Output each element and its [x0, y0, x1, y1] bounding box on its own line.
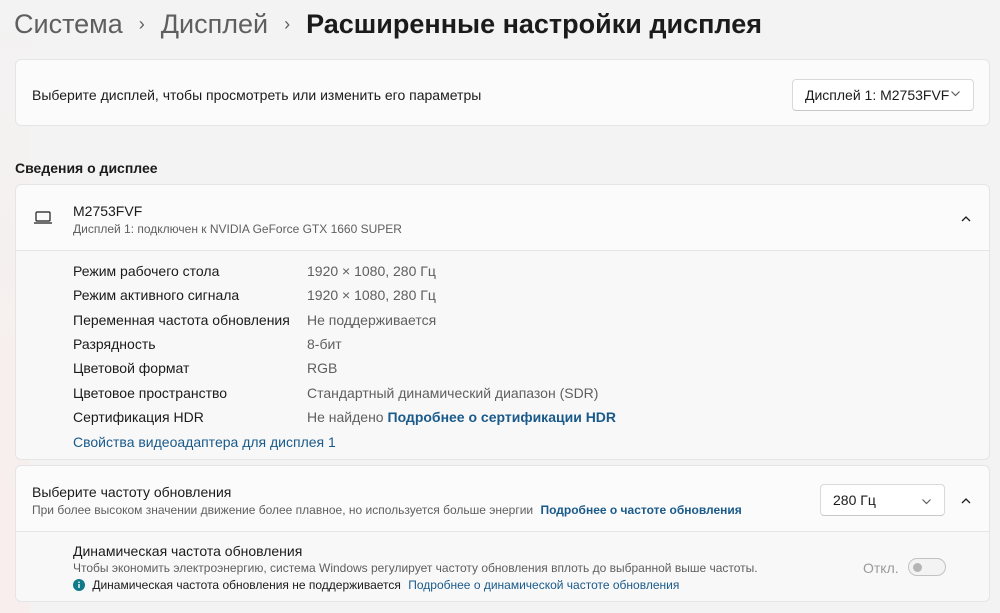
monitor-name: M2753FVF — [73, 203, 143, 219]
toggle-knob — [913, 563, 922, 572]
dynamic-refresh-description: Чтобы экономить электроэнергию, система … — [73, 561, 758, 575]
dynamic-refresh-notice: Динамическая частота обновления не подде… — [73, 578, 679, 594]
refresh-rate-title: Выберите частоту обновления — [32, 484, 232, 500]
breadcrumb-separator-icon: › — [284, 13, 291, 34]
dynamic-refresh-card: Динамическая частота обновления Чтобы эк… — [15, 532, 990, 602]
monitor-icon — [33, 210, 53, 231]
refresh-rate-card: Выберите частоту обновления При более вы… — [15, 465, 990, 532]
dynamic-refresh-toggle[interactable] — [908, 558, 946, 576]
select-display-card: Выберите дисплей, чтобы просмотреть или … — [15, 59, 990, 126]
chevron-down-icon — [921, 494, 932, 510]
chevron-up-icon[interactable] — [960, 212, 972, 230]
info-value-hdr-cert: Не найдено Подробнее о сертификации HDR — [307, 409, 616, 425]
info-icon — [73, 579, 85, 594]
breadcrumb-separator-icon: › — [138, 13, 145, 34]
display-info-details: Режим рабочего стола 1920 × 1080, 280 Гц… — [15, 251, 990, 460]
refresh-rate-description-text: При более высоком значении движение боле… — [32, 503, 534, 517]
display-select-dropdown[interactable]: Дисплей 1: M2753FVF — [792, 79, 974, 111]
hdr-cert-link[interactable]: Подробнее о сертификации HDR — [388, 409, 617, 425]
info-label-color-space: Цветовое пространство — [73, 385, 228, 401]
info-value-color-space: Стандартный динамический диапазон (SDR) — [307, 385, 599, 401]
info-label-hdr-cert: Сертификация HDR — [73, 409, 204, 425]
adapter-properties-link[interactable]: Свойства видеоадаптера для дисплея 1 — [73, 434, 336, 450]
display-info-header[interactable]: M2753FVF Дисплей 1: подключен к NVIDIA G… — [15, 184, 990, 251]
dynamic-refresh-notice-text: Динамическая частота обновления не подде… — [92, 578, 401, 592]
refresh-rate-value: 280 Гц — [833, 492, 876, 508]
chevron-down-icon — [950, 88, 961, 102]
breadcrumb-system[interactable]: Система — [14, 9, 123, 40]
breadcrumb: Система › Дисплей › Расширенные настройк… — [14, 2, 762, 46]
info-value-active-signal: 1920 × 1080, 280 Гц — [307, 287, 436, 303]
select-display-label: Выберите дисплей, чтобы просмотреть или … — [32, 87, 482, 103]
info-value-color-format: RGB — [307, 360, 338, 376]
info-value-desktop-mode: 1920 × 1080, 280 Гц — [307, 263, 436, 279]
chevron-up-icon[interactable] — [960, 494, 972, 512]
toggle-state-label: Откл. — [863, 560, 899, 576]
hdr-cert-status: Не найдено — [307, 409, 384, 425]
info-value-vrr: Не поддерживается — [307, 312, 437, 328]
page-title: Расширенные настройки дисплея — [306, 8, 762, 39]
dynamic-refresh-link[interactable]: Подробнее о динамической частоте обновле… — [408, 578, 679, 592]
section-title-display-info: Сведения о дисплее — [15, 160, 158, 176]
dynamic-refresh-title: Динамическая частота обновления — [73, 543, 303, 559]
info-label-color-format: Цветовой формат — [73, 360, 190, 376]
info-value-bit-depth: 8-бит — [307, 336, 342, 352]
monitor-subtitle: Дисплей 1: подключен к NVIDIA GeForce GT… — [73, 222, 402, 236]
info-label-bit-depth: Разрядность — [73, 336, 156, 352]
refresh-rate-link[interactable]: Подробнее о частоте обновления — [540, 503, 741, 517]
refresh-rate-dropdown[interactable]: 280 Гц — [820, 484, 945, 516]
display-select-value: Дисплей 1: M2753FVF — [805, 87, 950, 103]
info-label-vrr: Переменная частота обновления — [73, 312, 290, 328]
refresh-rate-description: При более высоком значении движение боле… — [32, 503, 742, 517]
info-label-desktop-mode: Режим рабочего стола — [73, 263, 220, 279]
info-label-active-signal: Режим активного сигнала — [73, 287, 240, 303]
breadcrumb-display[interactable]: Дисплей — [161, 9, 268, 40]
